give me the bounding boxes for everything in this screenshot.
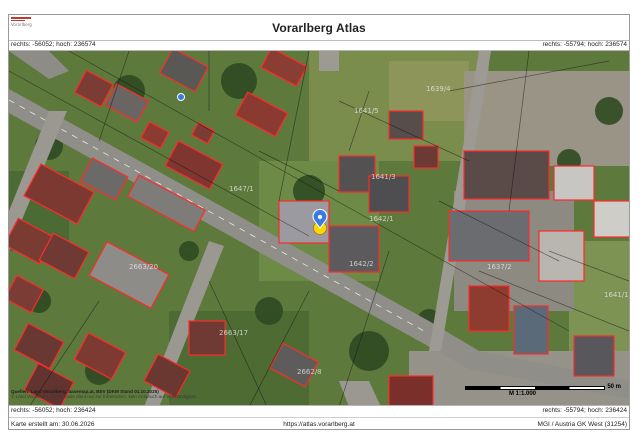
bottom-coordinates: rechts: -56052; hoch: 236424 rechts: -55… xyxy=(9,406,629,416)
aerial-image: 1639/4 1641/5 1647/1 1641/3 1642/1 1642/… xyxy=(9,51,629,405)
coord-top-right: rechts: -55794; hoch: 236574 xyxy=(542,41,627,48)
coord-bottom-right: rechts: -55794; hoch: 236424 xyxy=(542,407,627,414)
parcel-label: 2663/17 xyxy=(219,329,248,337)
scale-bar-graphic xyxy=(465,386,605,390)
parcel-label: 2662/8 xyxy=(297,368,322,376)
projection: MGI / Austria GK West (31254) xyxy=(537,421,627,428)
scale-distance: 50 m xyxy=(607,384,621,390)
location-marker-icon xyxy=(312,208,328,235)
parcel-label: 1642/1 xyxy=(369,215,394,223)
attribution-disclaimer: © Land Vorarlberg. Diese Karte dient nur… xyxy=(11,394,197,399)
location-point-icon xyxy=(177,93,185,101)
map-print-frame: Vorarlberg Vorarlberg Atlas rechts: -560… xyxy=(8,14,630,430)
coord-bottom-left: rechts: -56052; hoch: 236424 xyxy=(11,407,96,414)
parcel-label: 1642/2 xyxy=(349,260,374,268)
parcel-label: 2663/20 xyxy=(129,263,158,271)
coord-top-left: rechts: -56052; hoch: 236574 xyxy=(11,41,96,48)
header: Vorarlberg Vorarlberg Atlas xyxy=(9,15,629,41)
scale-ratio: M 1:1.000 xyxy=(509,391,537,397)
parcel-label: 1641/3 xyxy=(371,173,396,181)
atlas-url[interactable]: https://atlas.vorarlberg.at xyxy=(9,418,629,431)
map-canvas[interactable]: 1639/4 1641/5 1647/1 1641/3 1642/1 1642/… xyxy=(9,50,629,406)
page-title: Vorarlberg Atlas xyxy=(272,21,366,35)
parcel-label: 1641/1 xyxy=(604,291,629,299)
attribution: Quellen: Land Vorarlberg, basemap.at, BE… xyxy=(11,389,197,399)
footer: Karte erstellt am: 30.06.2026 https://at… xyxy=(9,417,629,430)
top-coordinates: rechts: -56052; hoch: 236574 rechts: -55… xyxy=(9,40,629,50)
scale-bar: M 1:1.000 50 m xyxy=(465,383,621,401)
parcel-label: 1641/5 xyxy=(354,107,379,115)
parcel-label: 1647/1 xyxy=(229,185,254,193)
parcel-label: 1637/2 xyxy=(487,263,512,271)
parcel-label: 1639/4 xyxy=(426,85,451,93)
